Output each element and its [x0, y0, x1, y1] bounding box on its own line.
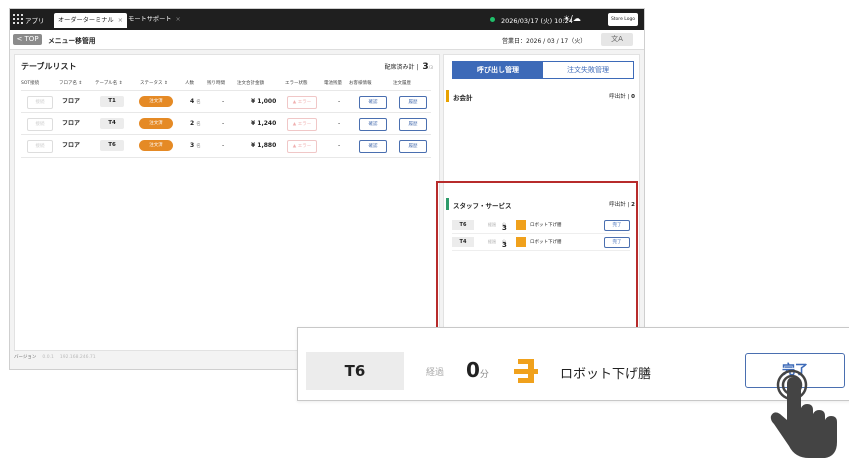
- column-header[interactable]: ステータス ⇕: [140, 80, 168, 86]
- deployed-label: 配席済み計: [384, 64, 415, 71]
- column-header: 残り時間: [207, 81, 225, 86]
- close-icon[interactable]: ×: [176, 16, 181, 23]
- billing-count-label: 呼出計: [609, 94, 626, 100]
- people-count: 2 名: [190, 118, 201, 129]
- connection-status-icon: [490, 17, 495, 22]
- order-amount: ¥ 1,000: [251, 98, 277, 105]
- people-unit: 名: [196, 144, 201, 149]
- remaining-time: -: [222, 98, 225, 105]
- status-badge: 注文済: [139, 118, 173, 129]
- battery-level: -: [338, 120, 341, 127]
- order-amount: ¥ 1,240: [251, 120, 277, 127]
- table-row: 接続 フロア T4 注文済 2 名 - ¥ 1,240 ▲ エラー - 確認 履…: [21, 112, 431, 135]
- order-history-button[interactable]: 履歴: [399, 140, 427, 153]
- version-number: 0.0.1: [42, 355, 54, 360]
- order-history-button[interactable]: 履歴: [399, 96, 427, 109]
- people-number: 3: [190, 142, 195, 149]
- billing-section-header: お会計 呼出計 | 0: [446, 90, 639, 102]
- order-amount: ¥ 1,880: [251, 142, 277, 149]
- deployed-count: 配席済み計 | 3/3: [384, 62, 433, 72]
- table-name: T6: [100, 140, 124, 151]
- sub-header: < TOP メニュー移管用 営業日：2026 / 03 / 17（火） 文A: [10, 30, 644, 50]
- column-header: エラー状態: [285, 81, 308, 86]
- billing-label: お会計: [453, 94, 473, 102]
- deployed-total: /3: [428, 66, 433, 71]
- app-grid-icon[interactable]: [13, 14, 23, 24]
- people-number: 4: [190, 98, 195, 105]
- robot-icon: [514, 359, 538, 383]
- zoom-minutes-unit: 分: [479, 370, 489, 380]
- column-header: 注文履歴: [393, 81, 411, 86]
- zoom-service-name: ロボット下げ膳: [560, 367, 652, 382]
- floor-name: フロア: [62, 98, 81, 105]
- error-status: ▲ エラー: [287, 140, 317, 153]
- table-list-panel: テーブルリスト 配席済み計 | 3/3 SOT接続 フロア名 ⇕ テーブル名 ⇕…: [14, 54, 440, 351]
- tab-order-failure[interactable]: 注文失敗管理: [543, 62, 633, 78]
- panel-tabs: 呼び出し管理 注文失敗管理: [452, 61, 634, 79]
- language-button[interactable]: 文A: [601, 33, 633, 46]
- ip-address: 192.168.246.71: [59, 355, 96, 360]
- column-header: 注文合計金額: [237, 81, 264, 86]
- zoom-elapsed-label: 経過: [426, 368, 445, 378]
- table-row: 接続 フロア T1 注文済 4 名 - ¥ 1,000 ▲ エラー - 確認 履…: [21, 90, 431, 113]
- error-status: ▲ エラー: [287, 118, 317, 131]
- tab-label: リモートサポート: [122, 16, 172, 23]
- remaining-time: -: [222, 120, 225, 127]
- floor-name: フロア: [62, 142, 81, 149]
- business-day: 営業日：2026 / 03 / 17（火）: [502, 38, 587, 45]
- highlight-frame: [436, 181, 638, 332]
- table-name: T1: [100, 96, 124, 107]
- column-header: お客様情報: [349, 81, 372, 86]
- column-header: 電池残量: [324, 81, 342, 86]
- column-header[interactable]: テーブル名 ⇕: [95, 80, 122, 86]
- table-header: SOT接続 フロア名 ⇕ テーブル名 ⇕ ステータス ⇕ 人数 残り時間 注文合…: [15, 80, 439, 88]
- customer-info-button[interactable]: 確認: [359, 96, 387, 109]
- floor-name: フロア: [62, 120, 81, 127]
- zoom-minutes-number: 0: [466, 358, 480, 382]
- zoom-elapsed-minutes: 0分: [466, 358, 489, 382]
- people-number: 2: [190, 120, 195, 127]
- status-badge: 注文済: [139, 140, 173, 151]
- zoom-table-name: T6: [306, 352, 404, 390]
- version-info: バージョン 0.0.1 192.168.246.71: [14, 354, 96, 360]
- sot-connect-badge: 接続: [27, 118, 53, 131]
- back-top-button[interactable]: < TOP: [13, 34, 42, 45]
- people-count: 3 名: [190, 140, 201, 151]
- customer-info-button[interactable]: 確認: [359, 118, 387, 131]
- customer-info-button[interactable]: 確認: [359, 140, 387, 153]
- battery-level: -: [338, 142, 341, 149]
- weather-icon: ☀/☁: [563, 14, 581, 23]
- version-label: バージョン: [14, 355, 37, 360]
- tab-order-terminal[interactable]: オーダーターミナル ×: [54, 13, 127, 28]
- table-row: 接続 フロア T6 注文済 3 名 - ¥ 1,880 ▲ エラー - 確認 履…: [21, 134, 431, 158]
- remaining-time: -: [222, 142, 225, 149]
- people-count: 4 名: [190, 96, 201, 107]
- status-badge: 注文済: [139, 96, 173, 107]
- billing-count-number: 0: [631, 94, 635, 100]
- error-status: ▲ エラー: [287, 96, 317, 109]
- sot-connect-badge: 接続: [27, 96, 53, 109]
- top-bar: アプリ オーダーターミナル × リモートサポート × 2026/03/17 (火) …: [10, 9, 644, 30]
- people-unit: 名: [196, 100, 201, 105]
- tab-label: オーダーターミナル: [58, 17, 114, 24]
- order-history-button[interactable]: 履歴: [399, 118, 427, 131]
- table-name: T4: [100, 118, 124, 129]
- column-header: 人数: [185, 81, 194, 86]
- page-title: メニュー移管用: [48, 37, 96, 45]
- tab-remote-support[interactable]: リモートサポート ×: [118, 12, 185, 27]
- table-list-title: テーブルリスト: [21, 62, 77, 71]
- billing-count: 呼出計 | 0: [609, 94, 635, 100]
- column-header: SOT接続: [21, 81, 40, 86]
- store-logo: Store Logo: [608, 13, 638, 26]
- tab-call-management[interactable]: 呼び出し管理: [453, 62, 543, 78]
- app-menu-label[interactable]: アプリ: [25, 15, 45, 25]
- people-unit: 名: [196, 122, 201, 127]
- column-header[interactable]: フロア名 ⇕: [59, 80, 82, 86]
- battery-level: -: [338, 98, 341, 105]
- tap-hand-icon: [770, 369, 837, 458]
- sot-connect-badge: 接続: [27, 140, 53, 153]
